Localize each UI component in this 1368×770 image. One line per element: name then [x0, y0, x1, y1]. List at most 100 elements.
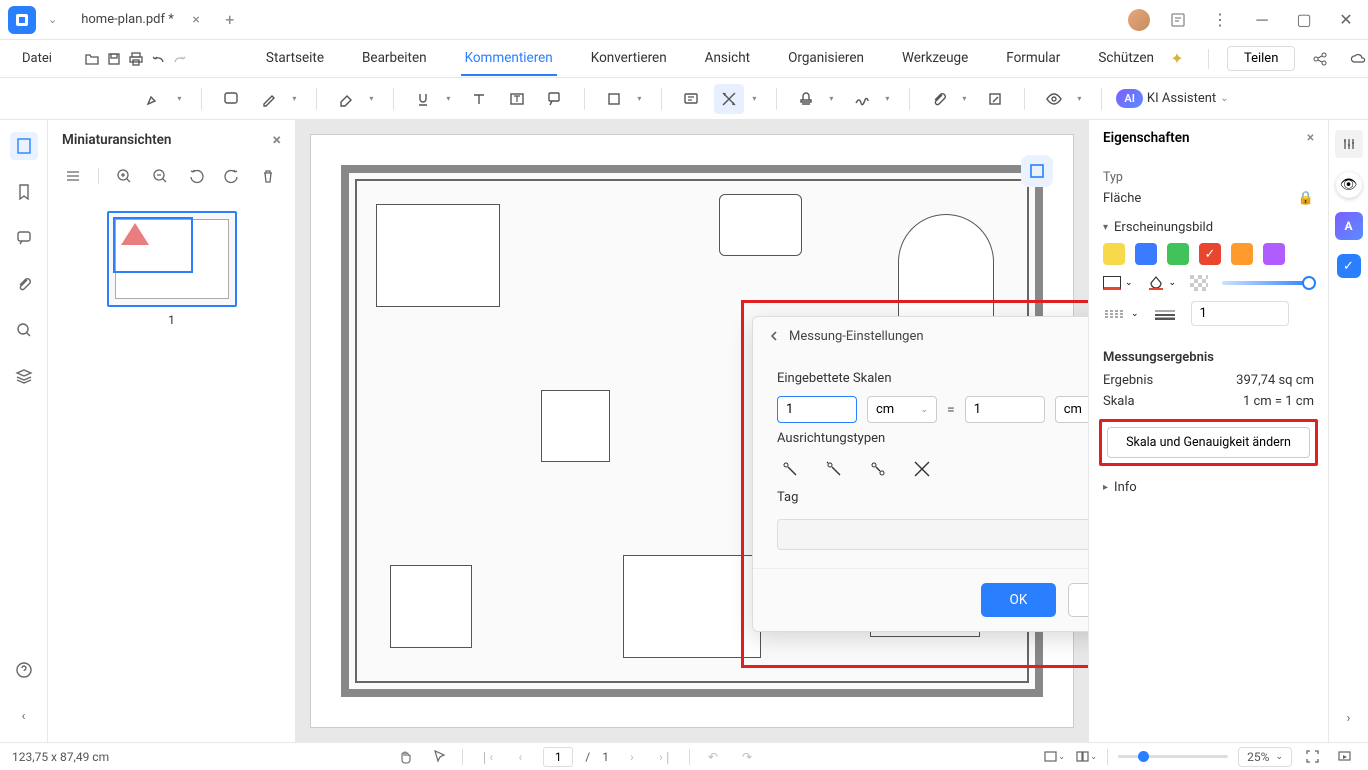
cloud-icon[interactable]	[1345, 46, 1368, 72]
open-icon[interactable]	[84, 46, 100, 72]
align-type-2[interactable]	[821, 456, 847, 482]
check-rail-icon[interactable]: ✓	[1337, 254, 1361, 278]
appearance-section-header[interactable]: ▾ Erscheinungsbild	[1103, 220, 1314, 235]
present-icon[interactable]	[1334, 746, 1356, 768]
line-weight-picker[interactable]	[1153, 308, 1177, 320]
menu-tab-organisieren[interactable]: Organisieren	[784, 42, 868, 76]
align-type-4[interactable]	[909, 456, 935, 482]
history-back-icon[interactable]: ↶	[702, 746, 724, 768]
eraser-tool-icon[interactable]	[331, 84, 361, 114]
share-link-icon[interactable]	[1307, 46, 1333, 72]
rotate-left-icon[interactable]	[185, 165, 207, 187]
scale-from-unit-select[interactable]: cm⌄	[867, 396, 937, 423]
ai-tool-rail-icon[interactable]: A	[1335, 212, 1363, 240]
redo-icon[interactable]	[172, 46, 188, 72]
fullscreen-icon[interactable]	[1302, 746, 1324, 768]
transparency-icon[interactable]	[1190, 275, 1208, 291]
swatch-yellow[interactable]	[1103, 243, 1125, 265]
pencil-tool-icon[interactable]	[254, 84, 284, 114]
attachments-rail-icon[interactable]	[10, 270, 38, 298]
swatch-green[interactable]	[1167, 243, 1189, 265]
comments-rail-icon[interactable]	[10, 224, 38, 252]
settings-rail-icon[interactable]	[1335, 130, 1363, 158]
swatch-blue[interactable]	[1135, 243, 1157, 265]
swatch-purple[interactable]	[1263, 243, 1285, 265]
thickness-input[interactable]	[1191, 301, 1289, 326]
menu-tab-ansicht[interactable]: Ansicht	[701, 42, 754, 76]
rotate-right-icon[interactable]	[221, 165, 243, 187]
fit-page-icon[interactable]	[1021, 155, 1053, 187]
next-page-icon[interactable]: ›	[621, 746, 643, 768]
highlight-tool-icon[interactable]	[139, 84, 169, 114]
cancel-button[interactable]: Abbrechen	[1068, 583, 1088, 617]
change-scale-button[interactable]: Skala und Genauigkeit ändern	[1107, 427, 1310, 458]
thumbnail-page[interactable]: 1	[107, 211, 237, 327]
visibility-tool-icon[interactable]	[1039, 84, 1069, 114]
current-page-input[interactable]	[543, 747, 573, 767]
layers-rail-icon[interactable]	[10, 362, 38, 390]
lightbulb-icon[interactable]: ✦	[1164, 46, 1190, 72]
document-tab[interactable]: home-plan.pdf * ×	[67, 6, 210, 33]
prev-page-icon[interactable]: ‹	[509, 746, 531, 768]
lock-icon[interactable]: 🔒	[1298, 191, 1314, 206]
attach-tool-icon[interactable]	[924, 84, 954, 114]
shape-tool-icon[interactable]	[599, 84, 629, 114]
titlebar-chevron[interactable]: ⌄	[48, 13, 57, 26]
note-tool-icon[interactable]	[216, 84, 246, 114]
reading-mode-icon[interactable]: ⌄	[1075, 746, 1097, 768]
underline-tool-icon[interactable]	[408, 84, 438, 114]
dropdown-icon[interactable]: ▾	[369, 94, 379, 103]
last-page-icon[interactable]: ›❘	[655, 746, 677, 768]
swatch-orange[interactable]	[1231, 243, 1253, 265]
maximize-icon[interactable]: ▢	[1290, 6, 1318, 34]
dropdown-icon[interactable]: ▾	[829, 94, 839, 103]
print-icon[interactable]	[128, 46, 144, 72]
line-style-picker[interactable]: ⌄	[1103, 308, 1139, 320]
fit-width-icon[interactable]: ⌄	[1043, 746, 1065, 768]
close-properties-icon[interactable]: ×	[1307, 130, 1314, 146]
signature-tool-icon[interactable]	[847, 84, 877, 114]
menu-tab-formular[interactable]: Formular	[1002, 42, 1064, 76]
measure-tool-icon[interactable]	[714, 84, 744, 114]
comment-tool-icon[interactable]	[676, 84, 706, 114]
collapse-right-rail-icon[interactable]: ›	[1335, 704, 1363, 732]
menu-tab-konvertieren[interactable]: Konvertieren	[587, 42, 671, 76]
share-button[interactable]: Teilen	[1227, 46, 1295, 71]
search-rail-icon[interactable]	[10, 316, 38, 344]
scale-to-unit-select[interactable]: cm⌄	[1055, 396, 1088, 423]
save-icon[interactable]	[106, 46, 122, 72]
thumbnails-rail-icon[interactable]	[10, 132, 38, 160]
menu-tab-kommentieren[interactable]: Kommentieren	[461, 42, 557, 76]
user-avatar[interactable]	[1128, 9, 1150, 31]
align-type-3[interactable]	[865, 456, 891, 482]
stroke-color-picker[interactable]: ⌄	[1103, 276, 1133, 290]
zoom-slider[interactable]	[1118, 755, 1228, 758]
hand-tool-icon[interactable]	[394, 746, 416, 768]
list-view-icon[interactable]	[62, 165, 84, 187]
swatch-red[interactable]	[1199, 243, 1221, 265]
menu-tab-bearbeiten[interactable]: Bearbeiten	[358, 42, 431, 76]
ok-button[interactable]: OK	[981, 583, 1057, 617]
bookmarks-rail-icon[interactable]	[10, 178, 38, 206]
info-section-header[interactable]: ▸ Info	[1103, 480, 1314, 495]
opacity-slider[interactable]	[1222, 281, 1314, 285]
close-panel-icon[interactable]: ×	[273, 130, 282, 149]
app-logo[interactable]	[8, 6, 36, 34]
dropdown-icon[interactable]: ▾	[177, 94, 187, 103]
file-menu[interactable]: Datei	[14, 47, 60, 70]
edit-tool-icon[interactable]	[980, 84, 1010, 114]
dropdown-icon[interactable]: ▾	[446, 94, 456, 103]
dropdown-icon[interactable]: ▾	[1077, 94, 1087, 103]
menu-tab-werkzeuge[interactable]: Werkzeuge	[898, 42, 972, 76]
notes-icon[interactable]	[1164, 6, 1192, 34]
minimize-icon[interactable]: ─	[1248, 6, 1276, 34]
ai-assistant-button[interactable]: AI KI Assistent ⌄	[1116, 89, 1228, 108]
zoom-in-icon[interactable]	[113, 165, 135, 187]
history-fwd-icon[interactable]: ↷	[736, 746, 758, 768]
tag-input[interactable]	[777, 519, 1088, 550]
scale-from-input[interactable]	[777, 396, 857, 423]
dropdown-icon[interactable]: ▾	[637, 94, 647, 103]
dropdown-icon[interactable]: ▾	[962, 94, 972, 103]
zoom-out-icon[interactable]	[149, 165, 171, 187]
help-rail-icon[interactable]	[10, 656, 38, 684]
